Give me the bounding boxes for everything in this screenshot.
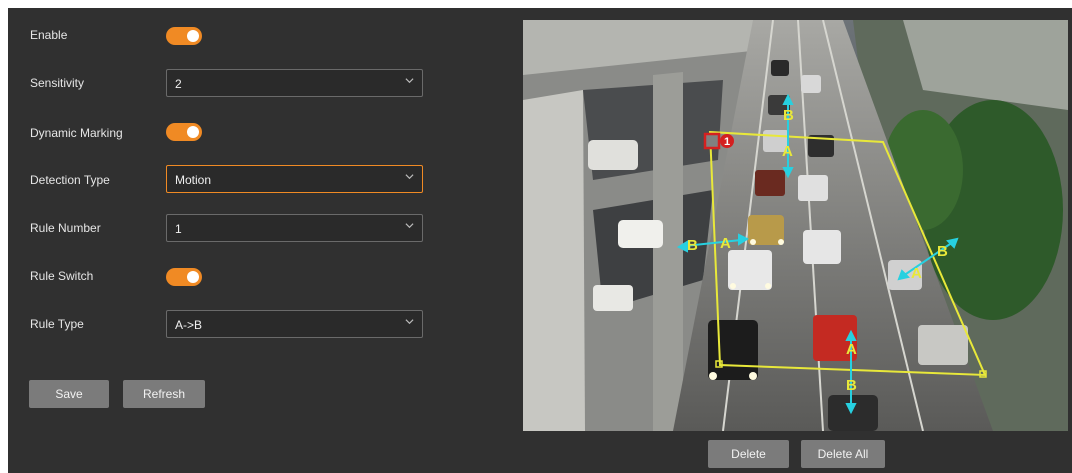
detection-type-label: Detection Type [30,173,110,187]
label-a-bottom: A [846,341,857,358]
enable-toggle[interactable] [166,27,202,45]
enable-label: Enable [30,28,68,42]
rule-switch-toggle[interactable] [166,268,202,286]
chevron-down-icon [405,319,414,325]
label-a-top: A [782,143,793,160]
dynamic-marking-label: Dynamic Marking [30,126,123,140]
chevron-down-icon [405,78,414,84]
rule-number-label: Rule Number [30,221,101,235]
sensitivity-select[interactable]: 2 [166,69,423,97]
label-b-right: B [937,243,948,260]
camera-scene: 1 B A B A B A A B [523,20,1068,431]
rule-type-value: A->B [175,318,203,332]
label-a-left: A [720,235,731,252]
toggle-knob [187,126,199,138]
detection-type-value: Motion [175,173,212,187]
detection-type-select[interactable]: Motion [166,165,423,193]
rule-marker[interactable] [703,132,721,150]
left-pillar [523,90,585,431]
label-b-left: B [687,237,698,254]
rule-type-select[interactable]: A->B [166,310,423,338]
settings-panel: Enable Sensitivity 2 Dynamic Marking Det… [8,8,1072,473]
rule-switch-label: Rule Switch [30,269,94,283]
label-b-top: B [783,107,794,124]
rule-number-text: 1 [724,136,730,148]
toggle-knob [187,271,199,283]
camera-preview[interactable]: 1 B A B A B A A B [523,20,1068,431]
refresh-button[interactable]: Refresh [123,380,205,408]
label-a-right: A [911,265,922,282]
save-button[interactable]: Save [29,380,109,408]
delete-all-button[interactable]: Delete All [801,440,885,468]
delete-button[interactable]: Delete [708,440,789,468]
chevron-down-icon [405,223,414,229]
dynamic-marking-toggle[interactable] [166,123,202,141]
pillar [653,72,683,431]
sensitivity-value: 2 [175,77,182,91]
sensitivity-label: Sensitivity [30,76,85,90]
rule-number-select[interactable]: 1 [166,214,423,242]
label-b-bottom: B [846,377,857,394]
chevron-down-icon [405,174,414,180]
rule-type-label: Rule Type [30,317,84,331]
toggle-knob [187,30,199,42]
rule-number-value: 1 [175,222,182,236]
